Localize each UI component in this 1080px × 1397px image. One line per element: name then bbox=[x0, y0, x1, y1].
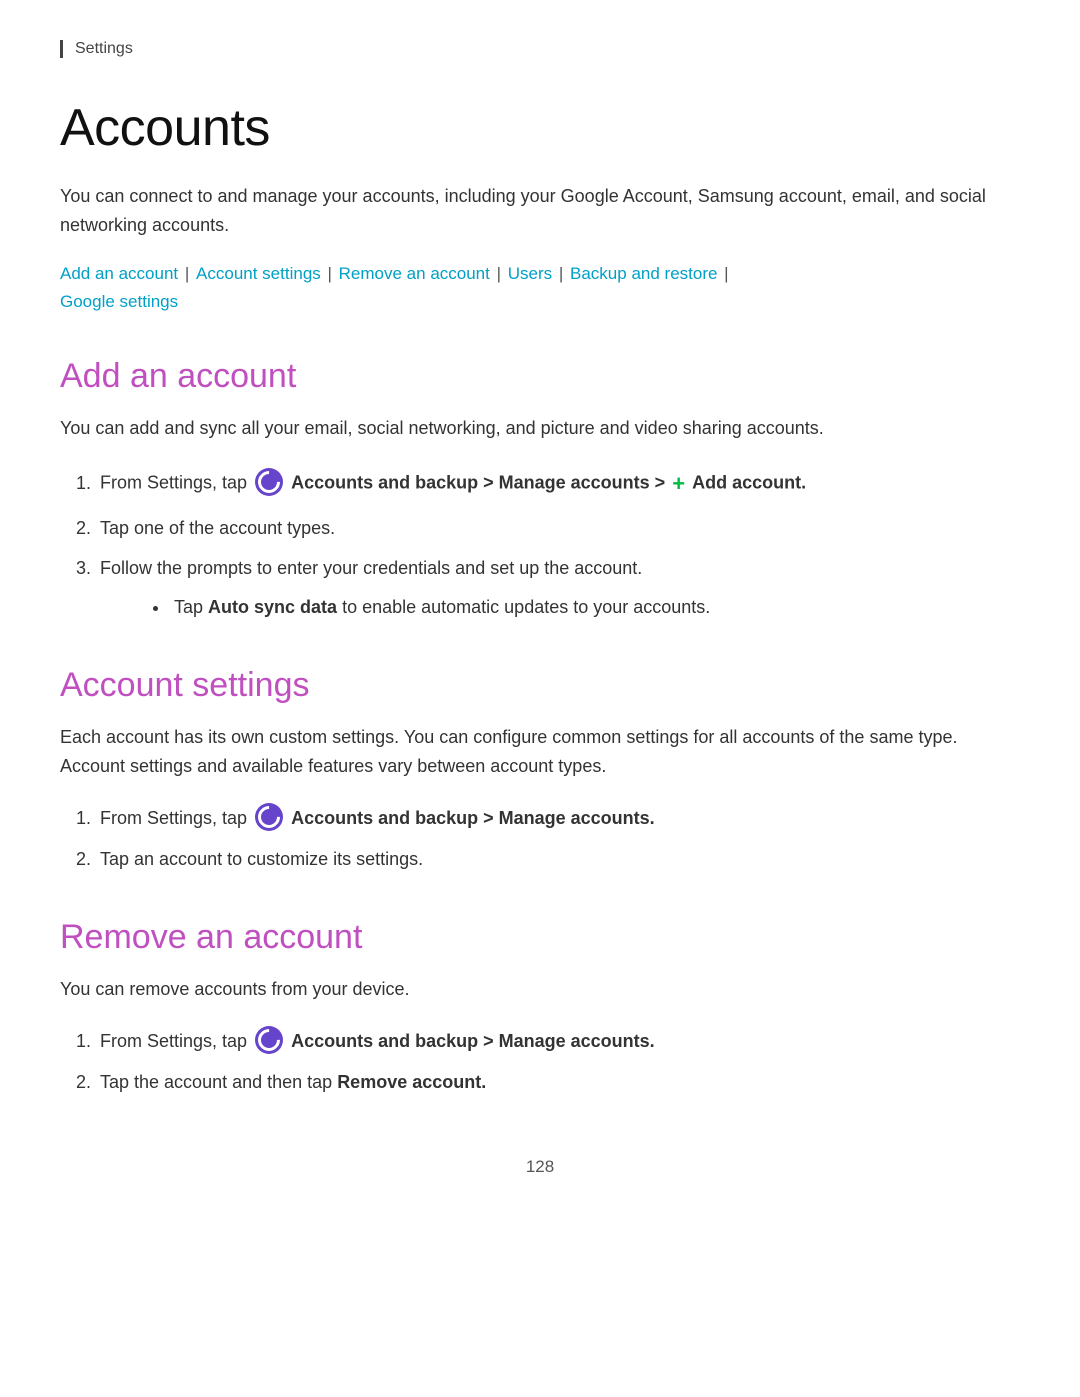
section-title-remove-account: Remove an account bbox=[60, 918, 1020, 957]
accounts-and-backup-icon bbox=[255, 468, 283, 496]
section-title-add-account: Add an account bbox=[60, 357, 1020, 396]
acct-settings-bold: Accounts and backup > Manage accounts. bbox=[291, 808, 655, 828]
section-account-settings: Account settings Each account has its ow… bbox=[60, 666, 1020, 874]
breadcrumb-text: Settings bbox=[75, 40, 133, 57]
quick-link-google-settings[interactable]: Google settings bbox=[60, 292, 178, 311]
remove-account-bold: Remove account. bbox=[337, 1072, 486, 1092]
section-remove-account: Remove an account You can remove account… bbox=[60, 918, 1020, 1097]
quick-link-account-settings[interactable]: Account settings bbox=[196, 264, 321, 283]
separator: | bbox=[719, 264, 728, 283]
acct-settings-step-1: From Settings, tap Accounts and backup >… bbox=[96, 803, 1020, 834]
step-3-bullets: Tap Auto sync data to enable automatic u… bbox=[170, 592, 1020, 623]
separator: | bbox=[323, 264, 337, 283]
bullet-auto-sync: Tap Auto sync data to enable automatic u… bbox=[170, 592, 1020, 623]
acct-settings-step-2: Tap an account to customize its settings… bbox=[96, 844, 1020, 875]
remove-step-1-bold: Accounts and backup > Manage accounts. bbox=[291, 1031, 655, 1051]
page-number: 128 bbox=[60, 1157, 1020, 1177]
quick-link-users[interactable]: Users bbox=[508, 264, 552, 283]
accounts-and-backup-icon-2 bbox=[255, 803, 283, 831]
accounts-and-backup-icon-3 bbox=[255, 1026, 283, 1054]
quick-link-add-account[interactable]: Add an account bbox=[60, 264, 178, 283]
step-1-bold2: Add account. bbox=[692, 473, 806, 493]
account-settings-steps: From Settings, tap Accounts and backup >… bbox=[96, 803, 1020, 874]
breadcrumb: Settings bbox=[60, 40, 1020, 58]
section-add-account: Add an account You can add and sync all … bbox=[60, 357, 1020, 622]
section-desc-remove-account: You can remove accounts from your device… bbox=[60, 975, 1020, 1004]
section-desc-add-account: You can add and sync all your email, soc… bbox=[60, 414, 1020, 443]
separator: | bbox=[180, 264, 194, 283]
step-3: Follow the prompts to enter your credent… bbox=[96, 553, 1020, 622]
separator: | bbox=[554, 264, 568, 283]
section-title-account-settings: Account settings bbox=[60, 666, 1020, 705]
quick-link-remove-account[interactable]: Remove an account bbox=[339, 264, 490, 283]
step-1: From Settings, tap Accounts and backup >… bbox=[96, 465, 1020, 502]
step-1-bold: Accounts and backup > Manage accounts > bbox=[291, 473, 665, 493]
section-desc-account-settings: Each account has its own custom settings… bbox=[60, 723, 1020, 781]
remove-step-1: From Settings, tap Accounts and backup >… bbox=[96, 1026, 1020, 1057]
auto-sync-bold: Auto sync data bbox=[208, 597, 337, 617]
remove-step-2: Tap the account and then tap Remove acco… bbox=[96, 1067, 1020, 1098]
intro-text: You can connect to and manage your accou… bbox=[60, 182, 1020, 240]
remove-account-steps: From Settings, tap Accounts and backup >… bbox=[96, 1026, 1020, 1097]
page-title: Accounts bbox=[60, 98, 1020, 158]
quick-link-backup[interactable]: Backup and restore bbox=[570, 264, 717, 283]
add-plus-icon: + bbox=[672, 465, 685, 502]
quick-links: Add an account | Account settings | Remo… bbox=[60, 260, 1020, 318]
step-2: Tap one of the account types. bbox=[96, 513, 1020, 544]
add-account-steps: From Settings, tap Accounts and backup >… bbox=[96, 465, 1020, 622]
separator: | bbox=[492, 264, 506, 283]
